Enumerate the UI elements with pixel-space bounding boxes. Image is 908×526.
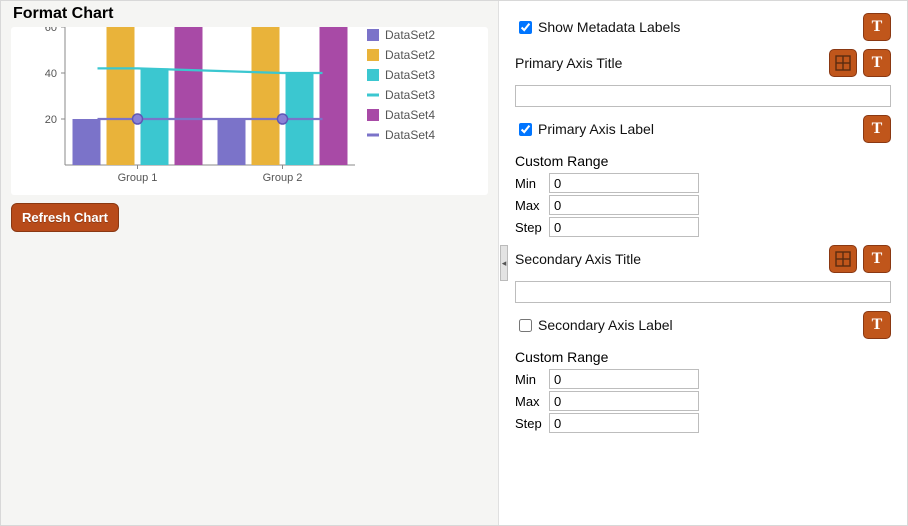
page-title: Format Chart xyxy=(13,5,488,23)
primary-axis-title-input[interactable] xyxy=(515,85,891,107)
text-style-button-secondary-title[interactable]: T xyxy=(863,245,891,273)
custom-range-title-primary: Custom Range xyxy=(515,153,891,169)
custom-range-primary: Custom Range Min Max Step xyxy=(499,147,907,241)
text-style-icon: T xyxy=(872,18,883,36)
text-style-icon: T xyxy=(872,250,883,268)
collapse-handle[interactable]: ◂ xyxy=(500,245,508,281)
label-step-primary: Step xyxy=(515,220,549,235)
custom-range-title-secondary: Custom Range xyxy=(515,349,891,365)
chart-preview: 20 40 60 Group 1 Group 2 DataSet2 DataSet2 Data… xyxy=(11,27,488,195)
input-row-primary-axis-title xyxy=(499,81,907,111)
row-secondary-axis-title: Secondary Axis Title T xyxy=(499,241,907,277)
svg-text:Group 2: Group 2 xyxy=(263,172,303,184)
label-max-primary: Max xyxy=(515,198,549,213)
svg-text:40: 40 xyxy=(45,68,57,80)
svg-text:DataSet4: DataSet4 xyxy=(385,108,435,122)
checkbox-secondary-axis-label[interactable] xyxy=(519,319,532,332)
label-max-secondary: Max xyxy=(515,394,549,409)
label-step-secondary: Step xyxy=(515,416,549,431)
text-style-button-secondary-label[interactable]: T xyxy=(863,311,891,339)
grid-icon xyxy=(835,251,851,267)
refresh-chart-button[interactable]: Refresh Chart xyxy=(11,203,119,232)
label-primary-axis-title: Primary Axis Title xyxy=(515,55,823,71)
text-style-icon: T xyxy=(872,54,883,72)
svg-text:DataSet2: DataSet2 xyxy=(385,48,435,62)
grid-icon xyxy=(835,55,851,71)
svg-text:DataSet2: DataSet2 xyxy=(385,28,435,42)
chart-svg: 20 40 60 Group 1 Group 2 DataSet2 DataSet2 Data… xyxy=(15,27,485,195)
left-pane: Format Chart 20 40 60 Group 1 Group 2 DataSet… xyxy=(1,1,499,525)
label-secondary-axis-title: Secondary Axis Title xyxy=(515,251,823,267)
input-step-primary[interactable] xyxy=(549,217,699,237)
row-show-metadata-labels: Show Metadata Labels T xyxy=(499,9,907,45)
chevron-left-icon: ◂ xyxy=(502,258,507,269)
label-show-metadata-labels: Show Metadata Labels xyxy=(538,19,857,35)
svg-text:DataSet3: DataSet3 xyxy=(385,88,435,102)
input-row-secondary-axis-title xyxy=(499,277,907,307)
text-style-button-metadata[interactable]: T xyxy=(863,13,891,41)
custom-range-secondary: Custom Range Min Max Step xyxy=(499,343,907,437)
text-style-icon: T xyxy=(872,316,883,334)
checkbox-primary-axis-label[interactable] xyxy=(519,123,532,136)
label-min-primary: Min xyxy=(515,176,549,191)
input-min-primary[interactable] xyxy=(549,173,699,193)
svg-text:Group 1: Group 1 xyxy=(118,172,158,184)
secondary-axis-title-input[interactable] xyxy=(515,281,891,303)
format-chart-app: Format Chart 20 40 60 Group 1 Group 2 DataSet… xyxy=(0,0,908,526)
input-min-secondary[interactable] xyxy=(549,369,699,389)
input-max-primary[interactable] xyxy=(549,195,699,215)
text-style-button-primary-label[interactable]: T xyxy=(863,115,891,143)
text-style-icon: T xyxy=(872,120,883,138)
svg-text:60: 60 xyxy=(45,27,57,34)
label-primary-axis-label: Primary Axis Label xyxy=(538,121,857,137)
row-primary-axis-title: Primary Axis Title T xyxy=(499,45,907,81)
row-secondary-axis-label: Secondary Axis Label T xyxy=(499,307,907,343)
svg-text:DataSet3: DataSet3 xyxy=(385,68,435,82)
row-primary-axis-label: Primary Axis Label T xyxy=(499,111,907,147)
checkbox-show-metadata-labels[interactable] xyxy=(519,21,532,34)
svg-text:DataSet4: DataSet4 xyxy=(385,128,435,142)
label-secondary-axis-label: Secondary Axis Label xyxy=(538,317,857,333)
grid-button-primary-title[interactable] xyxy=(829,49,857,77)
svg-text:20: 20 xyxy=(45,114,57,126)
input-max-secondary[interactable] xyxy=(549,391,699,411)
text-style-button-primary-title[interactable]: T xyxy=(863,49,891,77)
settings-panel[interactable]: Show Metadata Labels T Primary Axis Titl… xyxy=(499,1,907,525)
grid-button-secondary-title[interactable] xyxy=(829,245,857,273)
label-min-secondary: Min xyxy=(515,372,549,387)
input-step-secondary[interactable] xyxy=(549,413,699,433)
